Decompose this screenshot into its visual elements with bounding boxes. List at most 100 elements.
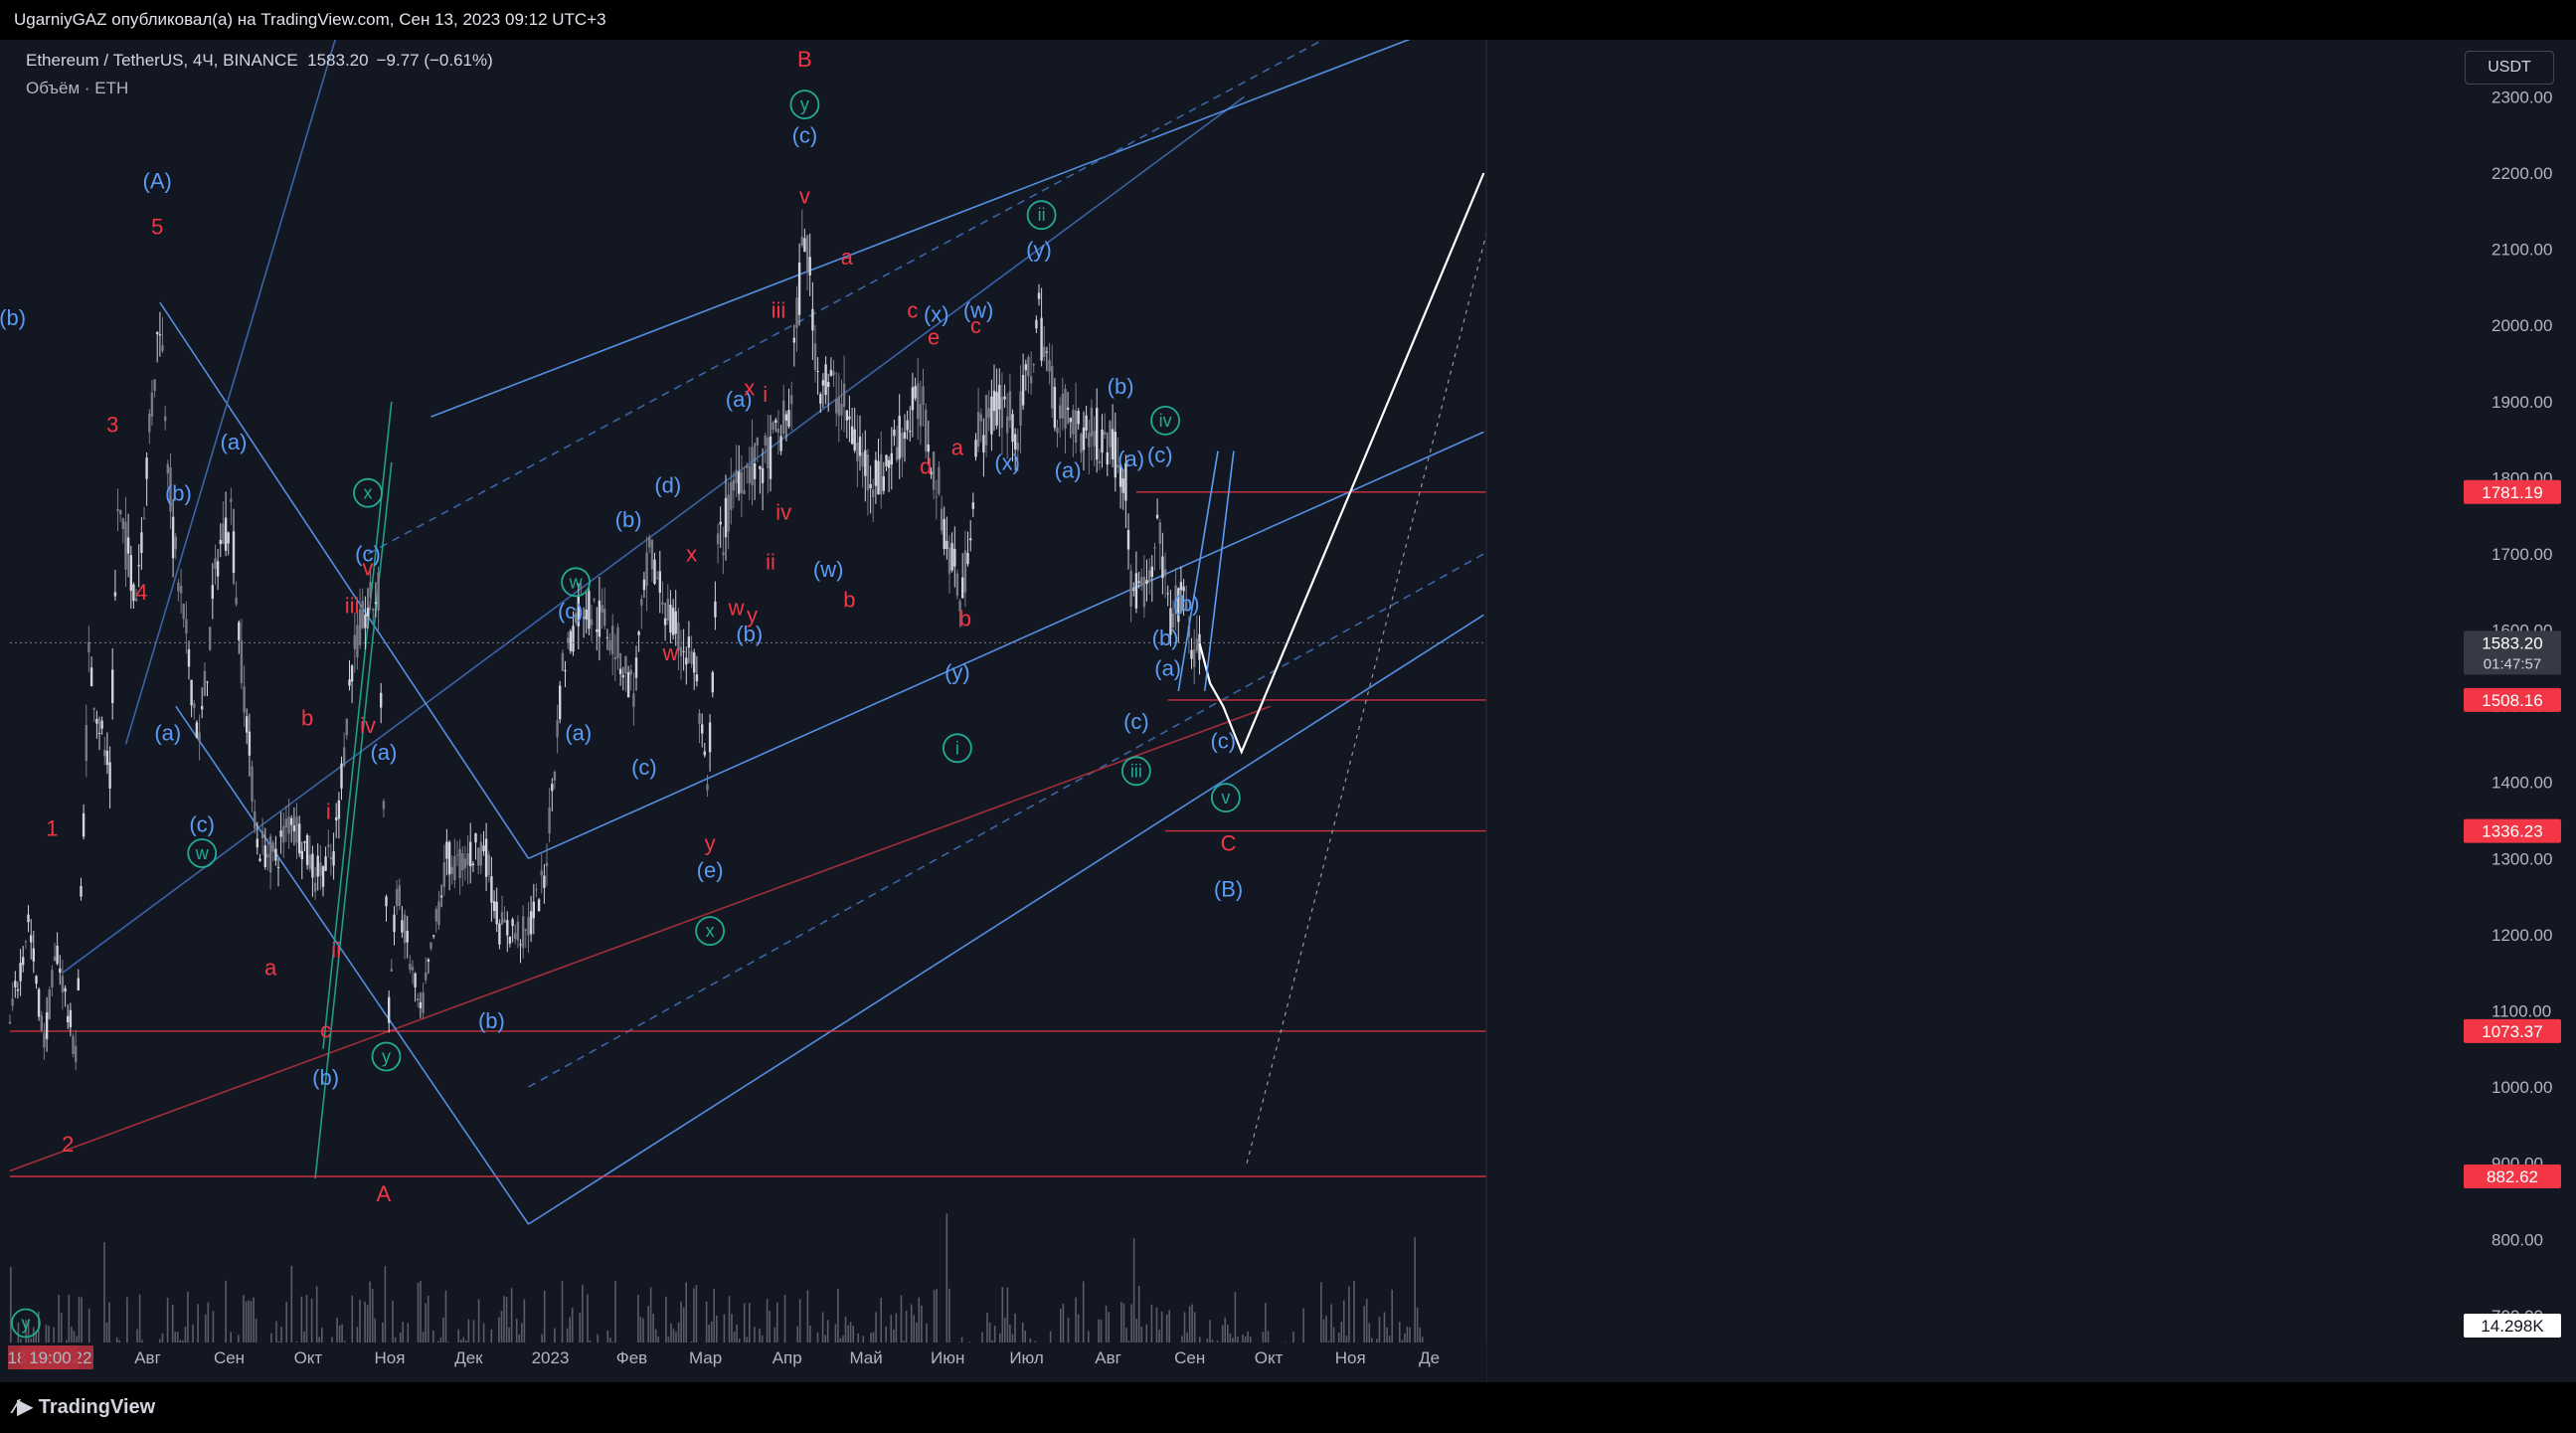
candle-body	[503, 919, 506, 923]
candle-body	[596, 628, 599, 632]
candle-body	[748, 465, 751, 483]
candle-body	[105, 750, 109, 766]
candle-body	[961, 577, 964, 599]
wave-label: (b)	[1108, 374, 1134, 399]
candle-body	[1153, 547, 1156, 549]
wave-label: (c)	[1123, 709, 1149, 734]
trend-line	[430, 40, 1411, 418]
y-tick-label: 2000.00	[2491, 316, 2552, 335]
candle-body	[185, 619, 188, 633]
candle-body	[811, 308, 814, 331]
candle-body	[782, 400, 785, 435]
candle-body	[795, 297, 798, 328]
candle-body	[519, 944, 522, 946]
candle-body	[567, 637, 570, 643]
x-tick-label: Июл	[1009, 1348, 1044, 1367]
wave-label: (a)	[1117, 447, 1144, 471]
price-axis-badge-label: 1781.19	[2482, 483, 2542, 502]
candle-body	[642, 579, 646, 591]
candle-body	[308, 854, 311, 869]
candle-body	[166, 463, 169, 474]
y-tick-label: 1400.00	[2491, 774, 2552, 793]
candle-body	[548, 807, 551, 834]
candle-body	[543, 875, 546, 888]
candle-body	[19, 963, 22, 982]
candle-body	[324, 856, 327, 871]
candle-body	[887, 459, 891, 468]
symbol-legend: Ethereum / TetherUS, 4Ч, BINANCE 1583.20…	[26, 51, 493, 71]
candle-body	[193, 703, 196, 709]
last-price: 1583.20	[307, 51, 369, 70]
wave-label: (c)	[355, 542, 381, 567]
candle-body	[1161, 556, 1164, 579]
candle-body	[535, 889, 538, 891]
candle-body	[816, 371, 819, 372]
candle-body	[447, 841, 451, 875]
candle-body	[350, 665, 354, 682]
candle-body	[274, 848, 277, 861]
volume-bar	[1132, 1238, 1135, 1357]
candle-body	[498, 923, 501, 945]
candle-body	[1027, 357, 1030, 377]
candle-body	[687, 636, 691, 648]
candle-body	[1190, 649, 1193, 659]
candle-body	[767, 438, 770, 468]
currency-button[interactable]: USDT	[2465, 51, 2554, 85]
candle-body	[450, 866, 453, 874]
chart-pane[interactable]: 00.2360.3820.50.6180.7860.911.23600.6180…	[0, 40, 2576, 1382]
wave-label: x	[744, 376, 755, 401]
footer-bar: ⁄▶ TradingView	[0, 1382, 2576, 1433]
candle-body	[506, 920, 509, 936]
wave-label: w	[661, 640, 678, 665]
candle-body	[419, 1001, 423, 1008]
x-tick-label: Фев	[616, 1348, 647, 1367]
candle-body	[1140, 577, 1143, 587]
candle-body	[121, 518, 124, 529]
candle-body	[524, 930, 527, 931]
candle-body	[869, 484, 872, 489]
candle-body	[292, 824, 296, 831]
candle-body	[409, 964, 412, 971]
candle-body	[556, 720, 559, 738]
candle-body	[295, 816, 298, 843]
candle-body	[72, 1035, 75, 1054]
candle-body	[495, 901, 498, 925]
wave-label: (b)	[165, 480, 192, 505]
candle-body	[164, 416, 167, 422]
volume-legend: Объём · ETH	[26, 79, 129, 97]
candle-body	[701, 724, 704, 734]
candle-body	[861, 452, 864, 467]
price-chart[interactable]: 00.2360.3820.50.6180.7860.911.23600.6180…	[0, 40, 2576, 1382]
candle-body	[268, 835, 272, 873]
candle-body	[455, 854, 459, 856]
candle-body	[56, 946, 59, 965]
wave-label: v	[799, 184, 810, 209]
candle-body	[353, 634, 356, 649]
wave-label: (b)	[615, 507, 642, 532]
trend-line	[528, 614, 1484, 1225]
candle-body	[559, 685, 562, 720]
candle-body	[398, 885, 401, 906]
candle-body	[940, 508, 944, 531]
price-change: −9.77 (−0.61%)	[376, 51, 493, 70]
candle-body	[769, 436, 773, 479]
wave-circle-label: x	[706, 921, 715, 941]
candle-body	[1024, 364, 1027, 371]
candle-body	[1037, 292, 1041, 299]
candle-body	[722, 552, 725, 556]
candle-body	[658, 571, 661, 593]
candle-body	[222, 523, 225, 544]
candle-body	[516, 921, 520, 941]
candle-body	[177, 582, 180, 592]
candle-body	[179, 586, 183, 594]
candle-body	[932, 451, 936, 490]
volume-bar	[1414, 1237, 1416, 1357]
x-tick-label: Сен	[1174, 1348, 1205, 1367]
candle-body	[461, 853, 464, 871]
candle-body	[845, 410, 848, 421]
wave-circle-label: w	[569, 572, 584, 592]
candle-body	[955, 573, 959, 597]
candle-body	[514, 933, 517, 940]
candle-body	[909, 431, 912, 433]
candle-body	[982, 435, 985, 452]
